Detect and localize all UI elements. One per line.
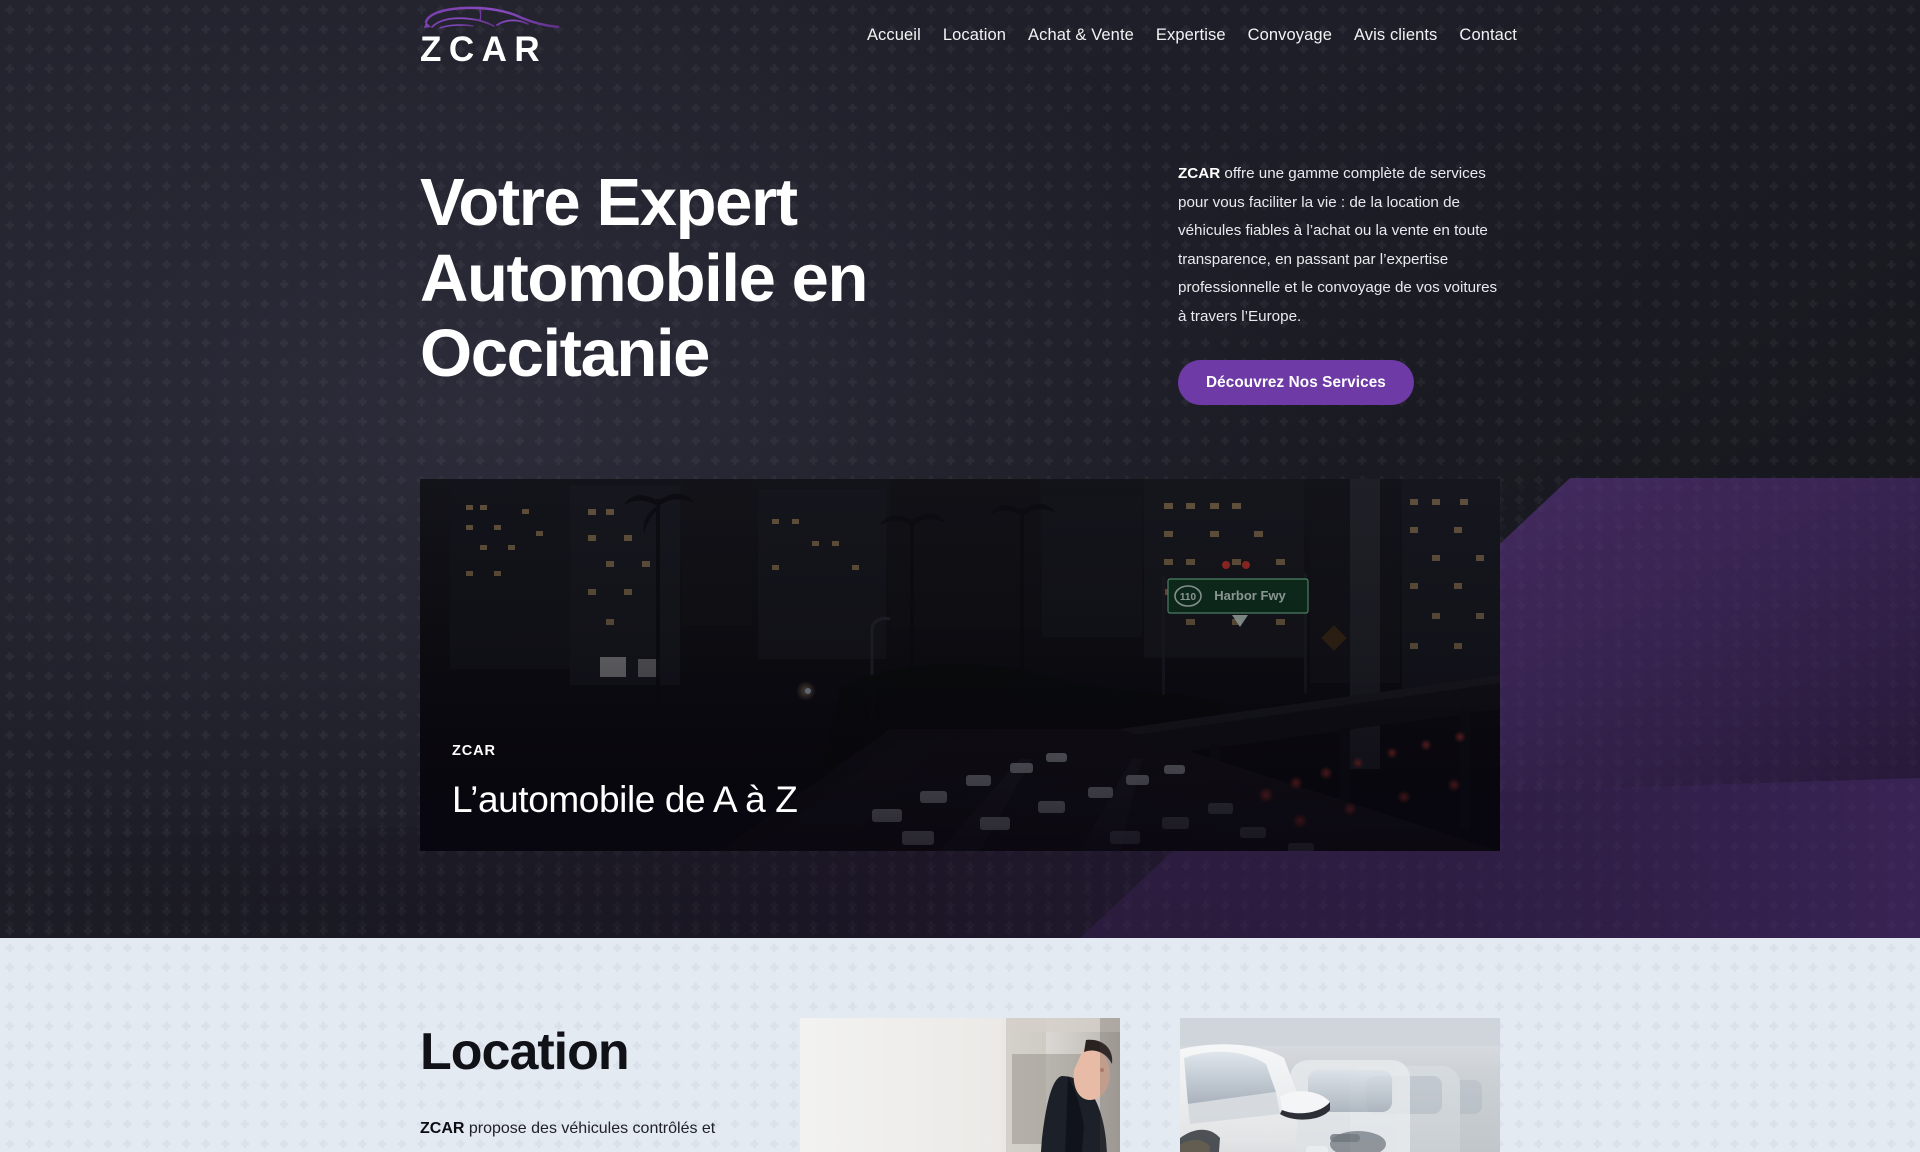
nav-item-accueil[interactable]: Accueil (856, 26, 932, 45)
nav-item-convoyage[interactable]: Convoyage (1237, 26, 1343, 45)
location-thumb-cars[interactable] (1180, 1018, 1500, 1152)
nav-item-location[interactable]: Location (932, 26, 1017, 45)
person-in-dark-suit-image (800, 1018, 1120, 1152)
hero-image-card: 110 Harbor Fwy ZCAR L’automobile de A à … (420, 479, 1500, 851)
location-thumb-person[interactable] (800, 1018, 1120, 1152)
location-title: Location (420, 1023, 630, 1081)
nav-item-expertise[interactable]: Expertise (1145, 26, 1237, 45)
discover-services-button[interactable]: Découvrez Nos Services (1178, 360, 1414, 405)
brand-name: ZCAR (420, 30, 548, 69)
nav-item-avis-clients[interactable]: Avis clients (1343, 26, 1448, 45)
hero-card-eyebrow: ZCAR (452, 743, 496, 759)
row-of-parked-white-cars-image (1180, 1018, 1500, 1152)
hero-card-title: L’automobile de A à Z (452, 779, 798, 820)
location-body: ZCAR propose des véhicules contrôlés et (420, 1116, 750, 1141)
nav-item-achat-vente[interactable]: Achat & Vente (1017, 26, 1145, 45)
hero-section: ZCAR Accueil Location Achat & Vente Expe… (0, 0, 1920, 938)
hero-intro-paragraph: ZCAR offre une gamme complète de service… (1178, 160, 1508, 331)
page-root: ZCAR Accueil Location Achat & Vente Expe… (0, 0, 1920, 1152)
site-header: ZCAR Accueil Location Achat & Vente Expe… (0, 0, 1920, 92)
hero-intro-text: offre une gamme complète de services pou… (1178, 165, 1498, 325)
brand-logo[interactable]: ZCAR (418, 6, 588, 78)
location-body-brand: ZCAR (420, 1120, 465, 1137)
nav-item-contact[interactable]: Contact (1448, 26, 1528, 45)
main-navigation: Accueil Location Achat & Vente Expertise… (856, 26, 1528, 45)
location-body-text: propose des véhicules contrôlés et (464, 1120, 716, 1137)
hero-headline: Votre Expert Automobile en Occitanie (420, 165, 868, 392)
hero-intro-brand: ZCAR (1178, 165, 1221, 182)
